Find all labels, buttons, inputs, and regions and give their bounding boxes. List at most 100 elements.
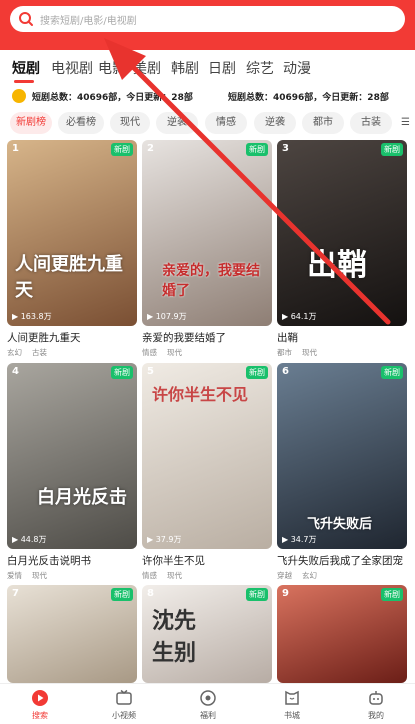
nav-label: 书城 <box>284 711 300 720</box>
nav-short-video[interactable]: 小视频 <box>94 689 154 721</box>
new-badge: 新剧 <box>111 588 133 601</box>
tab-short-drama[interactable]: 短剧 <box>12 58 40 78</box>
rank-number: 6 <box>282 366 289 377</box>
rank-number: 2 <box>147 143 154 154</box>
drama-title[interactable]: 出鞘 <box>277 330 407 345</box>
search-bar[interactable]: 搜索短剧/电影/电视剧 <box>10 6 405 32</box>
poster-image[interactable]: 3 新剧 出鞘 ▶ 64.1万 <box>277 140 407 326</box>
new-badge: 新剧 <box>246 143 268 156</box>
drama-card[interactable]: 1 新剧 人间更胜九重天 ▶ 163.8万 人间更胜九重天 玄幻 古装 <box>7 140 137 358</box>
poster-image[interactable]: 6 新剧 飞升失败后 ▶ 34.7万 <box>277 363 407 549</box>
poster-image[interactable]: 2 新剧 亲爱的，我要结婚了 ▶ 107.9万 <box>142 140 272 326</box>
stats-left: 短剧总数：40696部，今日更新：28部 <box>32 93 193 103</box>
drama-card[interactable]: 8 新剧 沈先生别 <box>142 585 272 683</box>
drama-title[interactable]: 亲爱的我要结婚了 <box>142 330 272 345</box>
target-icon <box>200 690 216 706</box>
view-count: ▶ 34.7万 <box>282 535 317 544</box>
play-circle-icon <box>32 690 48 706</box>
new-badge: 新剧 <box>111 366 133 379</box>
poster-image[interactable]: 4 新剧 白月光反击 ▶ 44.8万 <box>7 363 137 549</box>
search-placeholder: 搜索短剧/电影/电视剧 <box>40 15 137 27</box>
drama-tags: 情感 现代 <box>142 348 182 357</box>
chip-must-watch[interactable]: 必看榜 <box>58 112 104 134</box>
drama-card[interactable]: 6 新剧 飞升失败后 ▶ 34.7万 飞升失败后我成了全家团宠 穿越 玄幻 <box>277 363 407 581</box>
chip-counterattack-2[interactable]: 逆袭 <box>254 112 296 134</box>
coin-icon <box>12 89 26 103</box>
view-count: ▶ 163.8万 <box>12 312 52 321</box>
category-tabs: 短剧 电视剧 电影 美剧 韩剧 日剧 综艺 动漫 <box>0 50 415 86</box>
rank-number: 8 <box>147 588 154 599</box>
tab-anime[interactable]: 动漫 <box>283 58 311 78</box>
drama-tags: 穿越 玄幻 <box>277 571 317 580</box>
poster-title-art: 许你半生不见 <box>152 385 249 404</box>
tab-variety[interactable]: 综艺 <box>246 58 274 78</box>
tab-japanese-drama[interactable]: 日剧 <box>208 58 236 78</box>
drama-tags: 玄幻 古装 <box>7 348 47 357</box>
drama-card[interactable]: 4 新剧 白月光反击 ▶ 44.8万 白月光反击说明书 爱情 现代 <box>7 363 137 581</box>
book-icon <box>285 690 299 705</box>
drama-card[interactable]: 9 新剧 <box>277 585 407 683</box>
rank-number: 5 <box>147 366 154 377</box>
tab-korean-drama[interactable]: 韩剧 <box>171 58 199 78</box>
tab-movies[interactable]: 电影 <box>98 58 126 78</box>
drama-tags: 都市 现代 <box>277 348 317 357</box>
drama-title[interactable]: 人间更胜九重天 <box>7 330 137 345</box>
drama-tags: 爱情 现代 <box>7 571 47 580</box>
rank-number: 3 <box>282 143 289 154</box>
poster-image[interactable]: 8 新剧 沈先生别 <box>142 585 272 683</box>
drama-tags: 情感 现代 <box>142 571 182 580</box>
search-header: 搜索短剧/电影/电视剧 <box>0 0 415 50</box>
drama-card[interactable]: 7 新剧 <box>7 585 137 683</box>
nav-label: 福利 <box>200 711 216 720</box>
chip-modern[interactable]: 现代 <box>110 112 150 134</box>
tab-us-drama[interactable]: 美剧 <box>133 58 161 78</box>
drama-title[interactable]: 许你半生不见 <box>142 553 272 568</box>
nav-label: 我的 <box>368 711 384 720</box>
chip-romance[interactable]: 情感 <box>205 112 247 134</box>
view-count: ▶ 107.9万 <box>147 312 187 321</box>
drama-card[interactable]: 3 新剧 出鞘 ▶ 64.1万 出鞘 都市 现代 <box>277 140 407 358</box>
filter-chips: 新剧榜 必看榜 现代 逆袭 情感 逆袭 都市 古装 ☰ <box>0 110 415 136</box>
chip-urban[interactable]: 都市 <box>302 112 344 134</box>
search-icon <box>19 12 33 26</box>
drama-title[interactable]: 白月光反击说明书 <box>7 553 137 568</box>
bottom-nav: 搜索 小视频 福利 书城 我的 <box>0 683 415 724</box>
rank-number: 7 <box>12 588 19 599</box>
poster-image[interactable]: 1 新剧 人间更胜九重天 ▶ 163.8万 <box>7 140 137 326</box>
poster-image[interactable]: 5 新剧 许你半生不见 ▶ 37.9万 <box>142 363 272 549</box>
new-badge: 新剧 <box>381 588 403 601</box>
poster-title-art: 出鞘 <box>307 248 367 283</box>
robot-icon <box>369 691 383 705</box>
new-badge: 新剧 <box>246 588 268 601</box>
nav-bookstore[interactable]: 书城 <box>262 689 322 721</box>
nav-profile[interactable]: 我的 <box>346 689 406 721</box>
new-badge: 新剧 <box>381 143 403 156</box>
poster-title-art: 飞升失败后 <box>307 517 373 532</box>
poster-image[interactable]: 7 新剧 <box>7 585 137 683</box>
poster-title-art: 亲爱的，我要结婚了 <box>162 263 260 299</box>
view-count: ▶ 37.9万 <box>147 535 182 544</box>
active-tab-indicator <box>14 80 34 83</box>
nav-search[interactable]: 搜索 <box>10 689 70 721</box>
new-badge: 新剧 <box>111 143 133 156</box>
chips-more-icon[interactable]: ☰ <box>396 112 415 134</box>
drama-card[interactable]: 5 新剧 许你半生不见 ▶ 37.9万 许你半生不见 情感 现代 <box>142 363 272 581</box>
stats-bar: 短剧总数：40696部，今日更新：28部 短剧总数：40696部，今日更新：28… <box>0 86 415 108</box>
chip-new-ranking[interactable]: 新剧榜 <box>10 112 52 134</box>
tv-icon <box>116 689 132 705</box>
drama-card[interactable]: 2 新剧 亲爱的，我要结婚了 ▶ 107.9万 亲爱的我要结婚了 情感 现代 <box>142 140 272 358</box>
chip-counterattack[interactable]: 逆袭 <box>156 112 198 134</box>
rank-number: 4 <box>12 366 19 377</box>
rank-number: 9 <box>282 588 289 599</box>
poster-title-art: 人间更胜九重天 <box>15 254 123 301</box>
poster-title-art: 白月光反击 <box>37 487 127 508</box>
tab-tv-series[interactable]: 电视剧 <box>51 58 93 78</box>
poster-image[interactable]: 9 新剧 <box>277 585 407 683</box>
nav-label: 搜索 <box>32 711 48 720</box>
drama-title[interactable]: 飞升失败后我成了全家团宠 <box>277 553 407 568</box>
poster-title-art: 沈先生别 <box>152 609 197 666</box>
view-count: ▶ 64.1万 <box>282 312 317 321</box>
nav-benefits[interactable]: 福利 <box>178 689 238 721</box>
rank-number: 1 <box>12 143 19 154</box>
chip-costume[interactable]: 古装 <box>350 112 392 134</box>
